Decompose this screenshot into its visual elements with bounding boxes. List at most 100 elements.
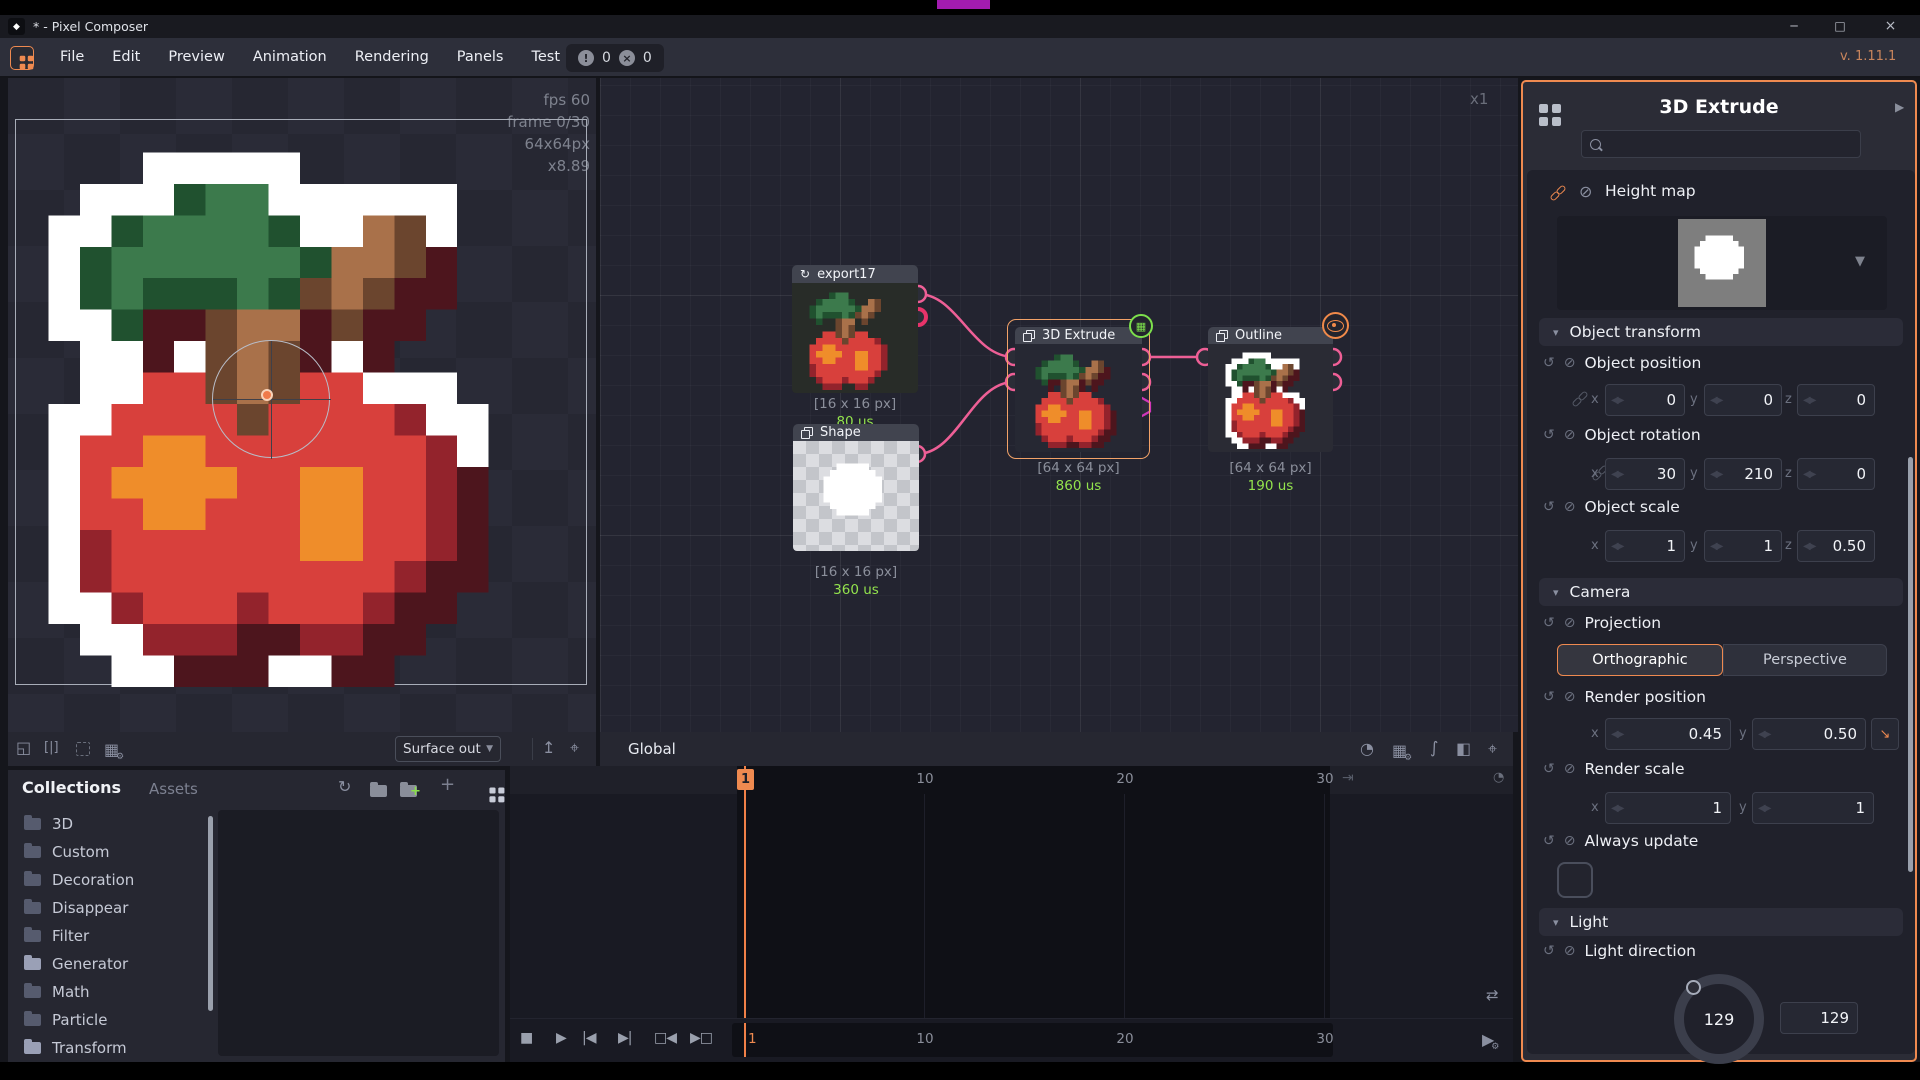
no-anim-icon[interactable]: ⊘	[1564, 615, 1576, 631]
split-view-icon[interactable]: [|]	[44, 741, 59, 754]
section-light[interactable]: ▾Light	[1539, 908, 1903, 936]
object-position-z[interactable]: ◀▶0	[1797, 384, 1875, 416]
menu-item[interactable]: Rendering	[341, 49, 443, 65]
menu-item[interactable]: Preview	[154, 49, 238, 65]
export-icon[interactable]: ↥	[542, 740, 555, 756]
timeline-grid-settings-icon[interactable]: ▦⚙	[1392, 743, 1407, 759]
timeline-track[interactable]	[737, 766, 1330, 1018]
refresh-collections-icon[interactable]: ↻	[338, 779, 351, 795]
heightmap-visible-icon[interactable]: ⊘	[1579, 184, 1592, 200]
timeline-center-icon[interactable]: ⌖	[1488, 741, 1497, 757]
reset-icon[interactable]: ↺	[1543, 499, 1555, 515]
node-outline[interactable]: Outline	[1208, 327, 1333, 344]
heightmap-link-icon[interactable]	[1551, 186, 1566, 201]
tab-assets[interactable]: Assets	[149, 780, 198, 798]
folder-item[interactable]: Transform	[14, 1034, 204, 1060]
object-scale-x[interactable]: ◀▶1	[1605, 530, 1685, 562]
search-input[interactable]	[1581, 130, 1861, 158]
node-shape[interactable]: Shape	[793, 424, 919, 441]
folder-item[interactable]: Filter	[14, 922, 204, 950]
object-position-x[interactable]: ◀▶0	[1605, 384, 1685, 416]
always-update-checkbox[interactable]	[1557, 862, 1593, 898]
reset-icon[interactable]: ↺	[1543, 427, 1555, 443]
add-folder-icon[interactable]: +	[400, 782, 417, 801]
folder-item[interactable]: Particle	[14, 1006, 204, 1034]
prev-keyframe-button[interactable]: □◀	[654, 1030, 676, 1046]
jump-to-end-icon[interactable]: ⇥	[1342, 771, 1354, 785]
heightmap-preview[interactable]: ▼	[1557, 216, 1887, 310]
frame-bounds-icon[interactable]	[76, 742, 90, 756]
node-export17-body[interactable]	[792, 283, 918, 393]
position-picker-button[interactable]: ↘	[1871, 718, 1899, 750]
folder-item[interactable]: Custom	[14, 838, 204, 866]
node-graph-panel[interactable]: x1 ↻ export17 [16 x 16 px] 80 us Shape […	[600, 78, 1518, 732]
folder-item[interactable]: Disappear	[14, 894, 204, 922]
axes-link-icon[interactable]	[1573, 392, 1588, 407]
lock-frame-icon[interactable]: ◱	[16, 740, 31, 756]
object-scale-z[interactable]: ◀▶0.50	[1797, 530, 1875, 562]
render-position-y[interactable]: ◀▶0.50	[1752, 718, 1866, 750]
object-rotation-y[interactable]: ◀▶210	[1704, 458, 1782, 490]
dope-sheet-icon[interactable]: ◧	[1456, 741, 1471, 757]
close-button[interactable]: ×	[1863, 15, 1918, 38]
reset-icon[interactable]: ↺	[1543, 355, 1555, 371]
reset-icon[interactable]: ↺	[1543, 689, 1555, 705]
render-position-x[interactable]: ◀▶0.45	[1605, 718, 1731, 750]
skip-start-button[interactable]: |◀	[582, 1030, 595, 1046]
minimize-button[interactable]: ─	[1771, 15, 1817, 38]
reset-icon[interactable]: ↺	[1543, 943, 1555, 959]
folder-scrollbar[interactable]	[208, 816, 213, 1011]
no-anim-icon[interactable]: ⊘	[1564, 689, 1576, 705]
preview-gizmo-center[interactable]	[261, 389, 273, 401]
no-anim-icon[interactable]: ⊘	[1564, 427, 1576, 443]
surface-out-dropdown[interactable]: Surface out ▼	[395, 736, 501, 762]
app-grid-icon[interactable]	[10, 46, 34, 70]
light-direction-field[interactable]: 129	[1780, 1002, 1858, 1034]
center-canvas-icon[interactable]: ⌖	[570, 740, 579, 756]
folder-item[interactable]: Math	[14, 978, 204, 1006]
object-scale-y[interactable]: ◀▶1	[1704, 530, 1782, 562]
heightmap-dropdown-icon[interactable]: ▼	[1855, 254, 1865, 269]
playback-settings-icon[interactable]: ▶⚙	[1482, 1032, 1494, 1048]
scrub-bar[interactable]: 1 10 20 30	[732, 1023, 1333, 1057]
object-rotation-z[interactable]: ◀▶0	[1797, 458, 1875, 490]
no-anim-icon[interactable]: ⊘	[1564, 499, 1576, 515]
preview-eye-badge[interactable]	[1322, 312, 1349, 339]
menu-item[interactable]: Edit	[98, 49, 154, 65]
open-folder-icon[interactable]	[370, 785, 387, 797]
node-shape-body[interactable]	[793, 441, 919, 551]
tab-collections[interactable]: Collections	[22, 778, 121, 797]
reset-icon[interactable]: ↺	[1543, 615, 1555, 631]
section-object-transform[interactable]: ▾Object transform	[1539, 318, 1903, 346]
stop-button[interactable]: ■	[520, 1030, 532, 1046]
loop-mode-icon[interactable]: ◔	[1493, 771, 1504, 784]
panel-collapse-chevron[interactable]: ▶	[1895, 100, 1904, 114]
inspector-scrollbar[interactable]	[1908, 457, 1913, 872]
menu-item[interactable]: Animation	[239, 49, 341, 65]
node-extrude[interactable]: 3D Extrude	[1015, 327, 1142, 344]
onion-skin-icon[interactable]: ◔	[1360, 741, 1374, 757]
folder-item[interactable]: Decoration	[14, 866, 204, 894]
add-collection-icon[interactable]: +	[440, 776, 455, 794]
next-keyframe-button[interactable]: ▶□	[690, 1030, 712, 1046]
projection-perspective-button[interactable]: Perspective	[1723, 644, 1887, 676]
skip-end-button[interactable]: ▶|	[618, 1030, 631, 1046]
object-position-y[interactable]: ◀▶0	[1704, 384, 1782, 416]
node-extrude-body[interactable]	[1015, 344, 1142, 452]
view-grid-icon[interactable]	[490, 787, 496, 793]
grid-settings-icon[interactable]: ▦⚙	[104, 742, 119, 758]
menu-item[interactable]: File	[46, 49, 98, 65]
node-outline-body[interactable]	[1208, 344, 1333, 452]
collection-content[interactable]	[218, 810, 499, 1056]
section-camera[interactable]: ▾Camera	[1539, 578, 1903, 606]
render-scale-y[interactable]: ◀▶1	[1752, 792, 1874, 824]
menu-item[interactable]: Panels	[443, 49, 518, 65]
folder-item[interactable]: 3D	[14, 810, 204, 838]
projection-orthographic-button[interactable]: Orthographic	[1557, 644, 1723, 676]
reset-icon[interactable]: ↺	[1543, 761, 1555, 777]
no-anim-icon[interactable]: ⊘	[1564, 355, 1576, 371]
curve-editor-icon[interactable]: ∫	[1430, 740, 1438, 756]
node-export17[interactable]: ↻ export17	[792, 265, 918, 283]
reset-icon[interactable]: ↺	[1543, 833, 1555, 849]
no-anim-icon[interactable]: ⊘	[1564, 943, 1576, 959]
